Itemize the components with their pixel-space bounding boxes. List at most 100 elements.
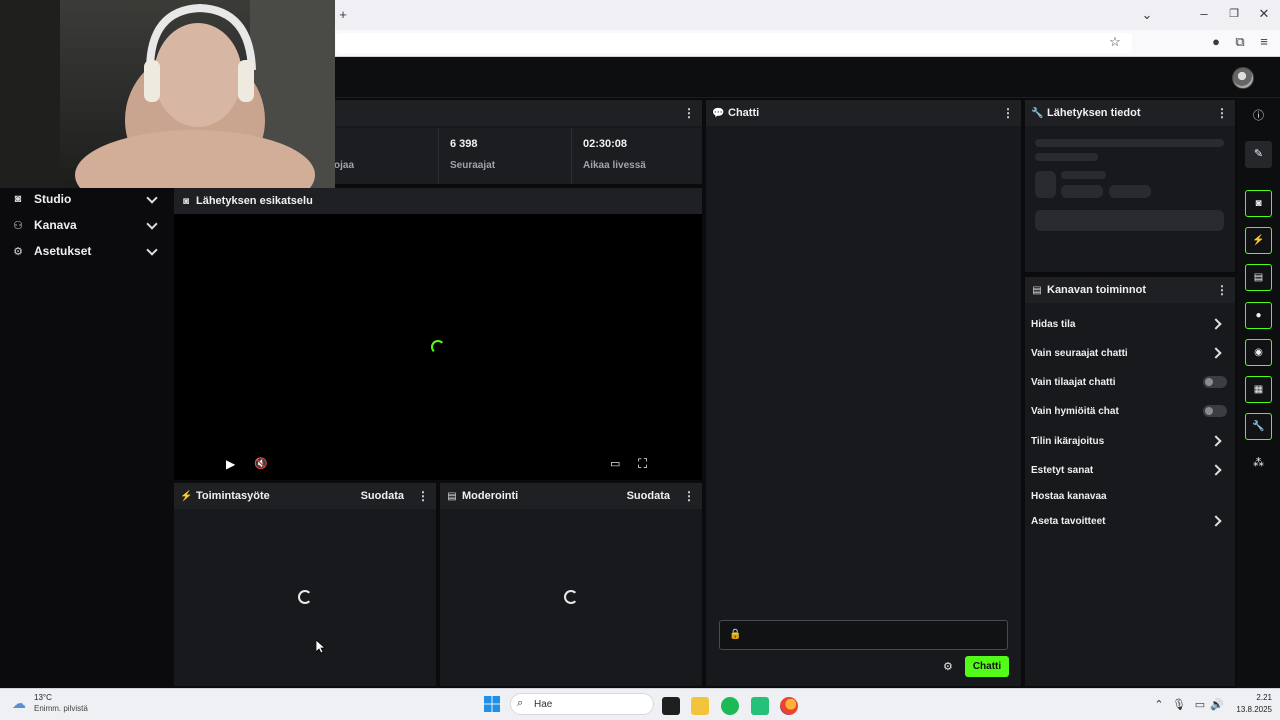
- url-field[interactable]: [336, 33, 1132, 53]
- play-icon[interactable]: ▶: [226, 457, 238, 471]
- volume-icon[interactable]: 🔊: [1210, 698, 1224, 711]
- taskbar-date[interactable]: 13.8.2025: [1226, 705, 1272, 714]
- channel-actions-icon: ▤: [1032, 284, 1042, 296]
- kebab-menu-icon[interactable]: ⋮: [1001, 106, 1015, 120]
- action-blocked-words[interactable]: Estetyt sanat: [1025, 457, 1235, 483]
- edit-icon[interactable]: ✎: [1245, 141, 1272, 168]
- microphone-icon[interactable]: 🎙: [1172, 698, 1186, 711]
- windows-start-icon[interactable]: [484, 696, 500, 712]
- account-icon[interactable]: ●: [1207, 34, 1225, 50]
- lock-icon: 🔒: [729, 629, 742, 640]
- loading-spinner: [564, 590, 578, 604]
- star-icon[interactable]: ☆: [1106, 34, 1124, 50]
- skeleton-line: [1035, 153, 1098, 161]
- activity-feed-header: ⚡ Toimintasyöte Suodata ⋮: [174, 483, 436, 509]
- action-age-restriction[interactable]: Tilin ikärajoitus: [1025, 428, 1235, 454]
- lightning-icon: ⚡: [180, 490, 193, 502]
- info-icon[interactable]: ⓘ: [1245, 103, 1272, 130]
- video-player[interactable]: ▶ 🔇 ▭ ⛶: [174, 214, 702, 480]
- fullscreen-icon[interactable]: ⛶: [638, 456, 652, 471]
- chat-send-button[interactable]: Chatti: [965, 656, 1009, 677]
- panel-title: Toimintasyöte: [196, 490, 270, 502]
- action-followers-only[interactable]: Vain seuraajat chatti: [1025, 340, 1235, 366]
- stream-info-header: 🔧 Lähetyksen tiedot ⋮: [1025, 100, 1235, 126]
- studio-icon: ◙: [14, 193, 22, 205]
- chat-icon: 💬: [712, 107, 725, 119]
- action-label: Estetyt sanat: [1031, 464, 1094, 476]
- search-placeholder: Hae: [534, 699, 553, 710]
- network-icon[interactable]: ▭: [1193, 698, 1207, 711]
- minimize-icon[interactable]: –: [1195, 6, 1213, 22]
- weather-temp[interactable]: 13°C: [34, 693, 52, 702]
- panel-title: Kanavan toiminnot: [1047, 284, 1147, 296]
- extensions-icon[interactable]: ⧉: [1231, 34, 1249, 50]
- action-slow-mode[interactable]: Hidas tila: [1025, 311, 1235, 337]
- mute-icon[interactable]: 🔇: [254, 457, 268, 470]
- wrench-icon[interactable]: 🔧: [1245, 413, 1272, 440]
- stat-value: 6 398: [450, 138, 478, 150]
- stream-info-panel: 🔧 Lähetyksen tiedot ⋮: [1025, 100, 1235, 272]
- skeleton-thumb: [1035, 171, 1056, 198]
- taskbar-time[interactable]: 2.21: [1232, 693, 1272, 702]
- action-subscribers-only: Vain tilaajat chatti: [1025, 369, 1235, 395]
- channel-icon: ⚇: [13, 219, 23, 232]
- sidebar-item-studio[interactable]: ◙ Studio: [0, 186, 170, 212]
- broadcast-icon[interactable]: ◉: [1245, 339, 1272, 366]
- chat-icon[interactable]: ●: [1245, 302, 1272, 329]
- chevron-right-icon: [1211, 317, 1225, 331]
- firefox-icon[interactable]: [780, 697, 798, 715]
- moderation-icon[interactable]: ▤: [1245, 264, 1272, 291]
- skeleton-field: [1035, 210, 1224, 231]
- sidebar-item-label: Kanava: [34, 218, 77, 232]
- chevron-up-icon[interactable]: ⌃: [1152, 698, 1166, 711]
- plus-icon[interactable]: +: [334, 7, 352, 23]
- more-icon[interactable]: ⁂: [1245, 450, 1272, 477]
- kebab-menu-icon[interactable]: ⋮: [682, 106, 696, 120]
- skeleton-line: [1061, 171, 1106, 179]
- gear-icon: ⚙: [13, 245, 23, 258]
- file-explorer-icon[interactable]: [691, 697, 709, 715]
- emotes-only-toggle[interactable]: [1203, 405, 1227, 417]
- activity-icon[interactable]: ⚡: [1245, 227, 1272, 254]
- sidebar-item-asetukset[interactable]: ⚙ Asetukset: [0, 238, 170, 264]
- weather-cloud-icon[interactable]: ☁: [12, 695, 30, 711]
- menu-icon[interactable]: ≡: [1255, 34, 1273, 50]
- taskbar-search[interactable]: ⌕ Hae: [510, 693, 654, 715]
- sidebar-item-kanava[interactable]: ⚇ Kanava: [0, 212, 170, 238]
- chevron-right-icon: [1211, 346, 1225, 360]
- action-label: Vain seuraajat chatti: [1031, 347, 1128, 359]
- moderation-header: ▤ Moderointi Suodata ⋮: [440, 483, 702, 509]
- action-host-channel[interactable]: Hostaa kanavaa: [1025, 483, 1235, 509]
- filter-button[interactable]: Suodata: [627, 490, 670, 502]
- filter-button[interactable]: Suodata: [361, 490, 404, 502]
- action-label: Vain tilaajat chatti: [1031, 376, 1116, 388]
- preview-icon[interactable]: ◙: [1245, 190, 1272, 217]
- subscribers-only-toggle[interactable]: [1203, 376, 1227, 388]
- panel-title: Lähetyksen esikatselu: [196, 195, 313, 207]
- chat-input[interactable]: 🔒: [719, 620, 1008, 650]
- maximize-icon[interactable]: ❐: [1225, 6, 1243, 22]
- gear-icon[interactable]: ⚙: [943, 660, 955, 673]
- chevron-down-icon: [146, 219, 158, 231]
- stat-item-followers: 6 398 Seuraajat: [438, 128, 571, 184]
- action-label: Hostaa kanavaa: [1031, 490, 1107, 502]
- task-view-icon[interactable]: [662, 697, 680, 715]
- activity-feed-panel: ⚡ Toimintasyöte Suodata ⋮: [174, 483, 436, 686]
- action-set-goals[interactable]: Aseta tavoitteet: [1025, 508, 1235, 534]
- theater-icon[interactable]: ▭: [610, 457, 624, 470]
- kebab-menu-icon[interactable]: ⋮: [1215, 283, 1229, 297]
- tab-list-chevron-icon[interactable]: ⌄: [1138, 7, 1156, 23]
- close-icon[interactable]: ✕: [1255, 6, 1273, 22]
- panel-title: Chatti: [728, 107, 760, 119]
- channel-actions-icon[interactable]: ▦: [1245, 376, 1272, 403]
- sidebar-item-label: Studio: [34, 192, 72, 206]
- chevron-down-icon: [146, 245, 158, 257]
- avatar[interactable]: [1232, 67, 1254, 89]
- preview-icon: ◙: [182, 195, 190, 207]
- app-icon[interactable]: [751, 697, 769, 715]
- kebab-menu-icon[interactable]: ⋮: [416, 489, 430, 503]
- spotify-icon[interactable]: [721, 697, 739, 715]
- skeleton-pill: [1109, 185, 1151, 198]
- kebab-menu-icon[interactable]: ⋮: [682, 489, 696, 503]
- kebab-menu-icon[interactable]: ⋮: [1215, 106, 1229, 120]
